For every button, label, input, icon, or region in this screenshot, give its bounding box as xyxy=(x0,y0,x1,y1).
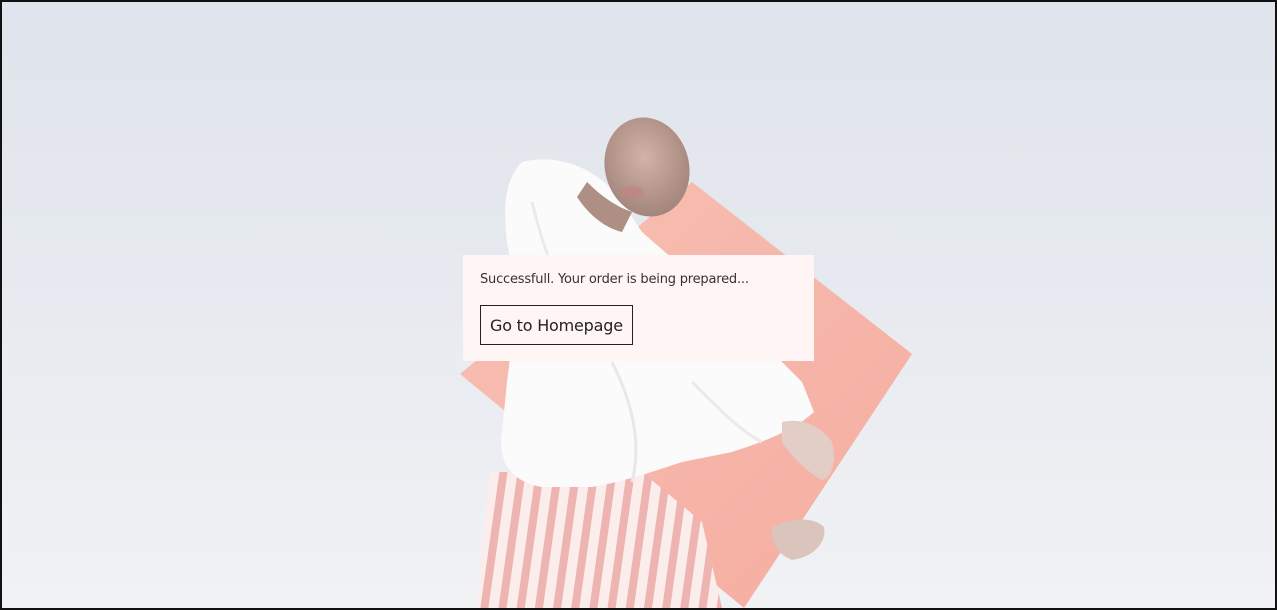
go-to-homepage-button[interactable]: Go to Homepage xyxy=(480,305,633,345)
success-message: Successfull. Your order is being prepare… xyxy=(480,272,749,287)
page-frame: Successfull. Your order is being prepare… xyxy=(0,0,1277,610)
order-success-dialog: Successfull. Your order is being prepare… xyxy=(463,255,814,361)
